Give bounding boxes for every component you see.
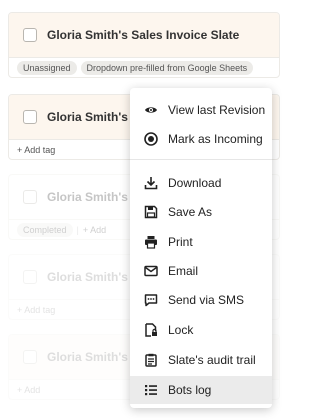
card-title: Gloria Smith's Sales Invoice Slate xyxy=(47,28,240,42)
menu-item-label: Slate's audit trail xyxy=(168,353,256,367)
select-checkbox[interactable] xyxy=(23,28,37,42)
menu-item-bots-log[interactable]: Bots log xyxy=(130,376,272,404)
menu-item-email[interactable]: Email xyxy=(130,257,272,285)
menu-divider xyxy=(130,159,272,160)
lock-icon xyxy=(144,323,158,337)
menu-item-lock[interactable]: Lock xyxy=(130,316,272,344)
slate-card[interactable]: Gloria Smith's Sales Invoice Slate Unass… xyxy=(8,12,280,78)
menu-item-label: View last Revision xyxy=(168,103,266,117)
menu-item-download[interactable]: Download xyxy=(130,169,272,197)
clipboard-icon xyxy=(144,353,158,367)
menu-item-label: Send via SMS xyxy=(168,293,245,307)
menu-item-label: Mark as Incoming xyxy=(168,132,263,146)
eye-icon xyxy=(144,103,158,117)
menu-item-label: Print xyxy=(168,235,193,249)
tag-chip[interactable]: Unassigned xyxy=(17,60,77,75)
list-icon xyxy=(144,383,158,397)
chat-icon xyxy=(144,293,158,307)
menu-item-label: Bots log xyxy=(168,383,212,397)
select-checkbox[interactable] xyxy=(23,190,37,204)
menu-item-print[interactable]: Print xyxy=(130,228,272,256)
download-icon xyxy=(144,176,158,190)
menu-item-mark-as-incoming[interactable]: Mark as Incoming xyxy=(130,125,272,153)
card-footer: Unassigned Dropdown pre-filled from Goog… xyxy=(9,57,279,77)
tag-chip[interactable]: Dropdown pre-filled from Google Sheets xyxy=(80,60,254,75)
menu-item-label: Email xyxy=(168,264,199,278)
menu-item-audit-trail[interactable]: Slate's audit trail xyxy=(130,346,272,374)
add-tag-link[interactable]: + Add xyxy=(83,225,106,235)
printer-icon xyxy=(144,235,158,249)
add-tag-link[interactable]: + Add tag xyxy=(17,145,55,155)
menu-item-label: Lock xyxy=(168,323,194,337)
add-tag-link[interactable]: + Add tag xyxy=(17,305,55,315)
status-badge: Completed xyxy=(17,222,73,237)
menu-item-label: Download xyxy=(168,176,222,190)
menu-item-save-as[interactable]: Save As xyxy=(130,198,272,226)
card-header: Gloria Smith's Sales Invoice Slate xyxy=(9,13,279,57)
record-icon xyxy=(144,132,158,146)
menu-item-label: Save As xyxy=(168,205,213,219)
select-checkbox[interactable] xyxy=(23,110,37,124)
context-menu: View last Revision Mark as Incoming Down… xyxy=(130,88,272,408)
envelope-icon xyxy=(144,264,158,278)
select-checkbox[interactable] xyxy=(23,270,37,284)
floppy-icon xyxy=(144,205,158,219)
add-tag-link[interactable]: + Add xyxy=(17,385,40,395)
separator: | xyxy=(76,224,79,235)
select-checkbox[interactable] xyxy=(23,350,37,364)
menu-item-send-via-sms[interactable]: Send via SMS xyxy=(130,286,272,314)
menu-item-view-last-revision[interactable]: View last Revision xyxy=(130,96,272,124)
